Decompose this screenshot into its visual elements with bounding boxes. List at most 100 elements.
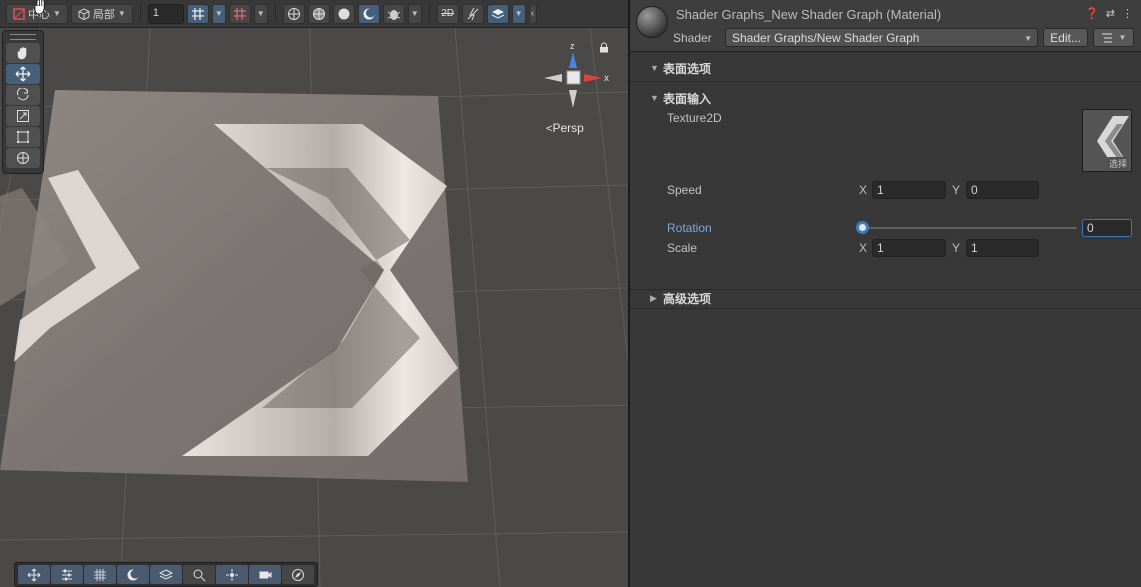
scale-x-field[interactable]: 1 [872, 239, 946, 257]
grid-snap-icon [191, 7, 204, 20]
help-icon[interactable]: ❓ [1085, 7, 1099, 20]
rect-transform-icon [17, 131, 29, 143]
scene-overlay-toolbar [14, 562, 318, 587]
rect-tool-button[interactable] [6, 127, 40, 147]
list-icon [1101, 33, 1112, 42]
layers-icon [159, 568, 173, 580]
preset-icon[interactable]: ⇄ [1106, 7, 1115, 20]
overlay-grip[interactable] [10, 34, 36, 40]
overflow-icon: ‹ [530, 8, 535, 19]
grid-snap-toggle[interactable] [186, 3, 209, 24]
overlay-compass-button[interactable] [282, 565, 314, 584]
draw-mode-wireframe-button[interactable] [282, 3, 305, 24]
draw-mode-unlit-button[interactable] [332, 3, 355, 24]
scene-visibility-button[interactable] [486, 3, 509, 24]
overlay-nodes-button[interactable] [216, 565, 248, 584]
scale-tool-button[interactable] [6, 106, 40, 126]
toggle-2d-button[interactable]: 2D [436, 3, 459, 24]
toggle-lighting-button[interactable] [461, 3, 484, 24]
speed-y-axis-label: Y [952, 183, 961, 197]
pivot-icon [13, 7, 25, 20]
shader-dropdown[interactable]: Shader Graphs/New Shader Graph ▼ [725, 28, 1038, 47]
texture-select-button[interactable]: 选择 [1106, 157, 1129, 170]
overflow-button[interactable]: ‹ [528, 3, 537, 24]
transform-tool-button[interactable] [6, 148, 40, 168]
speed-x-field[interactable]: 1 [872, 181, 946, 199]
projection-label: Persp [552, 121, 584, 135]
section-surface-inputs-label: 表面输入 [663, 91, 712, 106]
section-advanced-options-label: 高级选项 [663, 291, 712, 306]
scene-view[interactable]: 中心 ▼ 局部 ▼ 1 ▼ ▼ ▼ 2D ▼ ‹ z x <Persp [0, 0, 628, 587]
scale-x-axis-label: X [859, 241, 868, 255]
search-icon [193, 569, 206, 581]
section-surface-inputs[interactable]: ▼ 表面输入 [630, 88, 1141, 108]
bug-icon [387, 9, 400, 20]
draw-mode-shaded-wireframe-button[interactable] [307, 3, 330, 24]
chevron-down-icon: ▼ [256, 9, 265, 18]
section-surface-options[interactable]: ▼ 表面选项 [630, 58, 1141, 78]
move-arrows-icon [15, 66, 31, 82]
gizmo-neg-y-cone[interactable] [569, 90, 577, 108]
gizmo-neg-x-cone[interactable] [544, 74, 562, 82]
lock-icon[interactable] [599, 42, 609, 53]
gizmo-center-cube[interactable] [566, 70, 581, 85]
texture-slot[interactable]: 选择 [1082, 109, 1132, 172]
grid-snap-value-field[interactable]: 1 [147, 3, 184, 24]
gizmo-x-cone[interactable] [584, 74, 602, 82]
shader-label: Shader [673, 31, 712, 45]
scene-render[interactable] [0, 0, 628, 587]
debug-draw-button[interactable] [382, 3, 405, 24]
texture-label: Texture2D [667, 111, 722, 125]
transform-all-icon [17, 152, 29, 164]
unlit-sphere-icon [338, 8, 350, 19]
scale-icon [17, 110, 29, 122]
scene-visibility-dropdown[interactable]: ▼ [511, 3, 526, 24]
section-advanced-options[interactable]: ▶ 高级选项 [630, 288, 1141, 308]
camera-icon [259, 571, 272, 578]
gizmo-z-cone[interactable] [569, 52, 577, 68]
draw-mode-shaded-button[interactable] [357, 3, 380, 24]
overlay-move-button[interactable] [18, 565, 50, 584]
material-header: Shader Graphs_New Shader Graph (Material… [630, 0, 1141, 52]
shader-value: Shader Graphs/New Shader Graph [732, 31, 920, 45]
rotation-slider-handle[interactable] [856, 221, 869, 234]
increment-snap-toggle[interactable] [228, 3, 251, 24]
rotation-slider-track[interactable] [862, 227, 1077, 229]
overlay-sliders-button[interactable] [51, 565, 83, 584]
scale-y-axis-label: Y [952, 241, 961, 255]
move-tool-button[interactable] [6, 64, 40, 84]
rotate-tool-button[interactable] [6, 85, 40, 105]
toolbar-divider [139, 4, 141, 23]
material-title: Shader Graphs_New Shader Graph (Material… [676, 7, 942, 22]
material-sphere-icon [636, 6, 668, 38]
overlay-search-button[interactable] [183, 565, 215, 584]
view-tool-button[interactable] [6, 43, 40, 63]
overlay-camera-button[interactable] [249, 565, 281, 584]
shader-options-button[interactable]: ▼ [1093, 28, 1134, 47]
tools-overlay [2, 30, 44, 174]
chevron-down-icon: ▼ [214, 9, 223, 18]
space-label: 局部 [92, 8, 115, 21]
edit-shader-button[interactable]: Edit... [1043, 28, 1088, 47]
sliders-icon [62, 569, 72, 580]
grid-snap-dropdown[interactable]: ▼ [211, 3, 226, 24]
debug-draw-dropdown[interactable]: ▼ [407, 3, 422, 24]
overlay-grid-button[interactable] [84, 565, 116, 584]
speed-y-field[interactable]: 0 [966, 181, 1039, 199]
chevron-down-icon: ▼ [117, 9, 126, 18]
chevron-down-icon: ▼ [514, 9, 523, 18]
overlay-layers-button[interactable] [150, 565, 182, 584]
section-divider [630, 81, 1141, 82]
space-dropdown[interactable]: 局部 ▼ [70, 3, 133, 24]
scale-y-field[interactable]: 1 [966, 239, 1039, 257]
gizmo-z-label: z [570, 41, 575, 51]
more-options-icon[interactable]: ⋮ [1122, 7, 1133, 20]
rotate-icon [17, 88, 29, 101]
gizmo-x-label: x [604, 73, 609, 84]
projection-toggle[interactable]: <Persp [546, 121, 584, 135]
increment-snap-dropdown[interactable]: ▼ [253, 3, 268, 24]
move-icon [27, 568, 41, 581]
overlay-moon-button[interactable] [117, 565, 149, 584]
section-divider [630, 308, 1141, 309]
rotation-value-field[interactable]: 0 [1082, 219, 1132, 237]
